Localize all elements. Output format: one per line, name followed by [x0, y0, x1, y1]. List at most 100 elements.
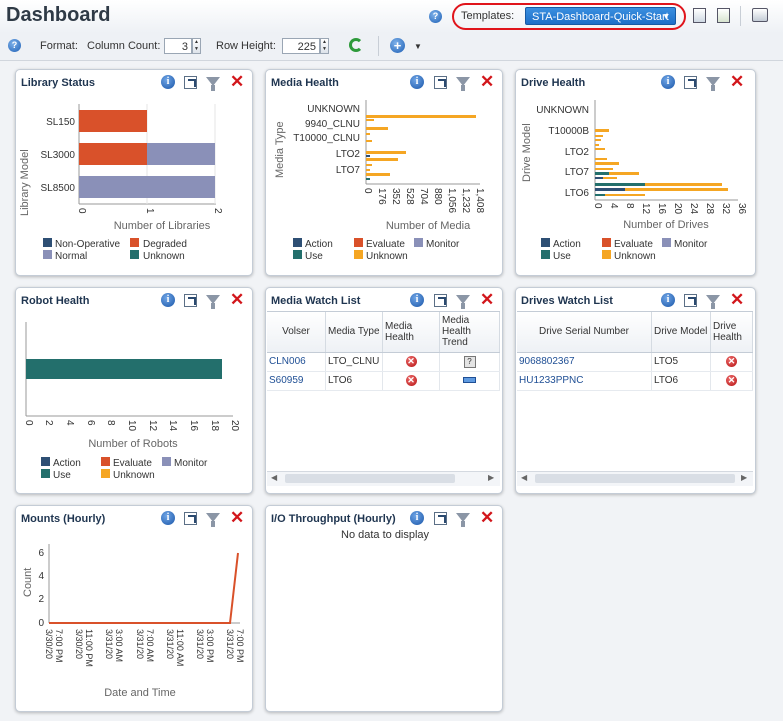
templates-label: Templates: [461, 10, 515, 22]
horizontal-scrollbar[interactable]: ◀ ▶ [517, 471, 753, 486]
close-icon[interactable]: ✕ [480, 73, 494, 90]
expand-icon[interactable] [434, 76, 447, 89]
scroll-thumb[interactable] [285, 474, 455, 483]
filter-icon[interactable] [456, 295, 470, 309]
scroll-right-icon[interactable]: ▶ [741, 473, 747, 482]
chevron-down-icon: ▼ [662, 12, 670, 21]
info-icon[interactable]: i [661, 75, 675, 89]
refresh-icon[interactable] [349, 38, 363, 52]
close-icon[interactable]: ✕ [480, 291, 494, 308]
info-icon[interactable]: i [661, 293, 675, 307]
mounts-chart: Count 6 4 2 0 3/30/20 3/30/20 3/31/20 3/… [22, 544, 245, 699]
help-icon[interactable]: ? [429, 10, 442, 23]
svg-text:10: 10 [126, 420, 137, 432]
info-icon[interactable]: i [410, 293, 424, 307]
close-icon[interactable]: ✕ [480, 509, 494, 526]
close-icon[interactable]: ✕ [230, 509, 244, 526]
volser-link[interactable]: CLN006 [267, 352, 326, 372]
svg-text:0: 0 [23, 420, 34, 426]
svg-text:Use: Use [53, 470, 71, 481]
close-icon[interactable]: ✕ [230, 291, 244, 308]
y-axis-title: Drive Model [521, 123, 533, 182]
panel-title: Media Watch List [271, 295, 361, 307]
filter-icon[interactable] [206, 295, 220, 309]
expand-icon[interactable] [434, 512, 447, 525]
filter-icon[interactable] [456, 513, 470, 527]
expand-icon[interactable] [184, 512, 197, 525]
horizontal-scrollbar[interactable]: ◀ ▶ [267, 471, 500, 486]
svg-text:Action: Action [553, 239, 581, 250]
media-health-chart: Media Type UNKNOWN 9940_CLNU T10000_CLNU… [274, 100, 485, 262]
column-header-drive-health[interactable]: Drive Health [710, 312, 753, 353]
print-icon[interactable] [752, 8, 768, 22]
tick-label: 0 [76, 208, 87, 214]
svg-text:176: 176 [376, 188, 387, 205]
expand-icon[interactable] [184, 76, 197, 89]
add-panel-chevron-down-icon[interactable]: ▼ [414, 42, 422, 51]
save-dashboard-icon[interactable] [693, 8, 706, 23]
column-count-stepper[interactable]: ▲ ▼ [192, 38, 201, 54]
tick-label: LTO7 [336, 165, 361, 176]
expand-icon[interactable] [684, 76, 697, 89]
svg-text:7:00 PM: 7:00 PM [235, 629, 245, 663]
info-icon[interactable]: i [161, 75, 175, 89]
info-icon[interactable]: i [410, 75, 424, 89]
manage-templates-icon[interactable] [717, 8, 730, 23]
row-height-input[interactable]: 225 [282, 38, 320, 54]
svg-text:7:00 PM: 7:00 PM [54, 629, 64, 663]
svg-text:Use: Use [305, 251, 323, 262]
svg-text:LTO7: LTO7 [565, 167, 590, 178]
filter-icon[interactable] [456, 77, 470, 91]
column-count-label: Column Count: [87, 40, 161, 52]
drive-serial-link[interactable]: 9068802367 [517, 352, 652, 372]
svg-text:1,408: 1,408 [474, 188, 485, 213]
scroll-thumb[interactable] [535, 474, 735, 483]
svg-text:6: 6 [38, 548, 44, 559]
bar-sl8500-normal [79, 176, 215, 198]
filter-icon[interactable] [206, 513, 220, 527]
close-icon[interactable]: ✕ [730, 291, 744, 308]
scroll-right-icon[interactable]: ▶ [488, 473, 494, 482]
filter-icon[interactable] [706, 77, 720, 91]
filter-icon[interactable] [706, 295, 720, 309]
expand-icon[interactable] [684, 294, 697, 307]
table-row[interactable]: 9068802367 LTO5 ✕ [517, 352, 753, 372]
close-icon[interactable]: ✕ [230, 73, 244, 90]
row-height-stepper[interactable]: ▲ ▼ [320, 38, 329, 54]
svg-text:3/30/20: 3/30/20 [74, 629, 84, 659]
info-icon[interactable]: i [161, 293, 175, 307]
column-header-drive-model[interactable]: Drive Model [651, 312, 711, 353]
scroll-left-icon[interactable]: ◀ [521, 473, 527, 482]
table-row[interactable]: CLN006 LTO_CLNU ✕ ? [267, 352, 500, 372]
info-icon[interactable]: i [161, 511, 175, 525]
info-icon[interactable]: i [410, 511, 424, 525]
column-header-media-type[interactable]: Media Type [325, 312, 383, 353]
scroll-left-icon[interactable]: ◀ [271, 473, 277, 482]
unknown-trend-icon: ? [463, 355, 476, 368]
volser-link[interactable]: S60959 [267, 371, 326, 391]
column-count-input[interactable]: 3 [164, 38, 192, 54]
templates-select[interactable]: STA-Dashboard-Quick-Start ▼ [525, 7, 676, 25]
svg-text:28: 28 [704, 203, 715, 215]
close-icon[interactable]: ✕ [730, 73, 744, 90]
column-header-drive-serial[interactable]: Drive Serial Number [517, 312, 652, 353]
column-header-media-health[interactable]: Media Health [382, 312, 440, 353]
svg-text:0: 0 [592, 203, 603, 209]
expand-icon[interactable] [434, 294, 447, 307]
y-axis-title: Media Type [274, 121, 286, 178]
table-row[interactable]: HU1233PPNC LTO6 ✕ [517, 371, 753, 391]
add-panel-icon[interactable]: + [390, 38, 405, 53]
drive-serial-link[interactable]: HU1233PPNC [517, 371, 652, 391]
legend-degraded: Degraded [143, 239, 187, 250]
svg-text:4: 4 [608, 203, 619, 209]
filter-icon[interactable] [206, 77, 220, 91]
svg-text:12: 12 [147, 420, 158, 432]
drive-model-cell: LTO6 [651, 371, 711, 391]
format-help-icon[interactable]: ? [8, 39, 21, 52]
svg-text:LTO2: LTO2 [565, 147, 590, 158]
column-header-media-health-trend[interactable]: Media Health Trend [439, 312, 500, 353]
table-row[interactable]: S60959 LTO6 ✕ [267, 371, 500, 391]
legend-non-operative: Non-Operative [55, 239, 120, 250]
column-header-volser[interactable]: Volser [267, 312, 326, 353]
expand-icon[interactable] [184, 294, 197, 307]
